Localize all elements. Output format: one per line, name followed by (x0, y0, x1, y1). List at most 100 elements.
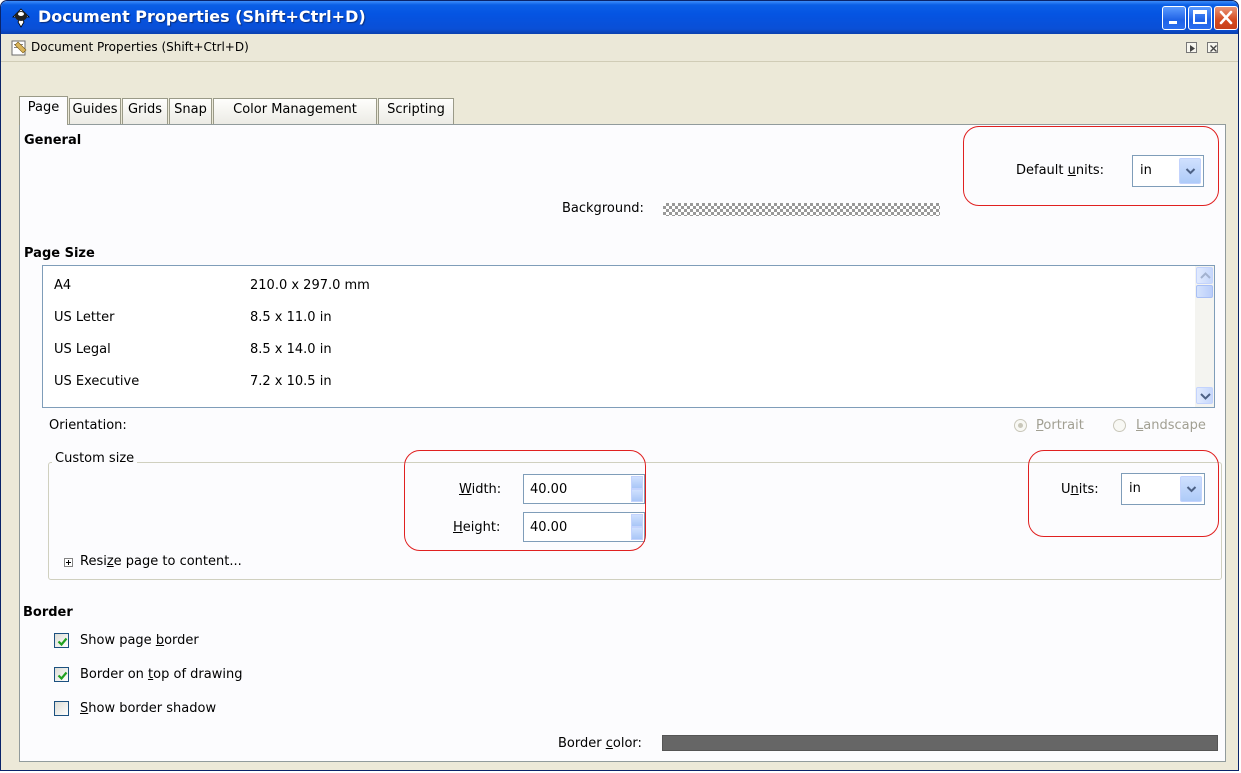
page-size-name: US Legal (54, 342, 111, 357)
default-units-label: Default units: (1016, 163, 1104, 178)
width-spin-buttons[interactable] (631, 476, 643, 502)
orientation-label: Orientation: (49, 418, 127, 433)
border-on-top-checkbox[interactable] (54, 667, 69, 682)
border-heading: Border (23, 605, 73, 620)
resize-mnemonic: z (106, 554, 114, 569)
dock-title: Document Properties (Shift+Ctrl+D) (31, 40, 249, 54)
tab-color-management[interactable]: Color Management (213, 98, 377, 124)
scroll-down-button[interactable] (1196, 387, 1213, 404)
tab-snap[interactable]: Snap (169, 98, 212, 124)
page-size-heading: Page Size (24, 246, 95, 261)
height-label-part: eight: (462, 520, 501, 535)
border-on-top-label[interactable]: Border on top of drawing (80, 667, 242, 682)
scroll-up-button[interactable] (1196, 267, 1213, 284)
height-label: Height: (453, 520, 500, 535)
spin-down-icon[interactable] (631, 489, 643, 502)
resize-expander-icon[interactable] (64, 558, 73, 567)
border-color-label-part: olor: (612, 736, 642, 751)
height-spin-buttons[interactable] (631, 514, 643, 540)
show-page-border-checkbox[interactable] (54, 633, 69, 648)
window-title: Document Properties (Shift+Ctrl+D) (38, 7, 366, 26)
units-label-part: U (1061, 482, 1071, 497)
dock-iconify-button[interactable] (1186, 42, 1197, 53)
close-button[interactable] (1214, 6, 1238, 30)
page-size-dimensions: 7.2 x 10.5 in (250, 374, 332, 389)
tab-page[interactable]: Page (19, 96, 68, 125)
width-mnemonic: W (459, 482, 472, 497)
vertical-scrollbar[interactable] (1195, 266, 1214, 407)
scroll-thumb[interactable] (1196, 285, 1213, 298)
border-color-label: Border color: (558, 736, 642, 751)
background-color-swatch[interactable] (663, 203, 940, 216)
play-icon (1190, 45, 1195, 52)
spin-down-icon[interactable] (631, 527, 643, 540)
document-properties-window: Document Properties (Shift+Ctrl+D) Docum… (0, 0, 1239, 771)
portrait-label: Portrait (1036, 418, 1084, 433)
shadow-label-part: how border shadow (88, 701, 217, 716)
height-value: 40.00 (530, 520, 568, 535)
portrait-radio[interactable] (1014, 419, 1027, 432)
width-label-part: idth: (471, 482, 502, 497)
page-size-name: US Executive (54, 374, 140, 389)
maximize-icon (1193, 10, 1207, 24)
checkmark-icon (57, 671, 68, 681)
checkmark-icon (57, 637, 68, 647)
show-border-label-part: Show page (80, 633, 156, 648)
page-size-dimensions: 8.5 x 14.0 in (250, 342, 332, 357)
chevron-up-icon (1200, 272, 1211, 279)
spin-up-icon[interactable] (631, 514, 643, 527)
resize-page-expander[interactable]: Resize page to content... (80, 554, 242, 569)
border-color-swatch[interactable] (662, 735, 1218, 751)
chevron-down-icon (1200, 393, 1211, 400)
title-bar[interactable]: Document Properties (Shift+Ctrl+D) (1, 1, 1238, 34)
default-units-label-part: Default (1016, 163, 1068, 178)
list-item[interactable]: US Legal 8.5 x 14.0 in (43, 334, 1193, 366)
portrait-label-part: ortrait (1043, 418, 1084, 433)
inkscape-icon (12, 8, 30, 28)
close-icon (1210, 45, 1217, 52)
units-label: Units: (1061, 482, 1099, 497)
resize-label-part: Resi (80, 554, 107, 569)
minimize-icon (1169, 21, 1177, 24)
page-size-name: A4 (54, 278, 72, 293)
dock-close-button[interactable] (1207, 42, 1218, 53)
page-size-dimensions: 210.0 x 297.0 mm (250, 278, 370, 293)
radio-selected-dot (1018, 423, 1023, 428)
border-color-mnemonic: c (605, 736, 613, 751)
custom-size-title: Custom size (52, 451, 138, 466)
page-size-dimensions: 8.5 x 11.0 in (250, 310, 332, 325)
maximize-button[interactable] (1188, 6, 1212, 30)
dock-header: Document Properties (Shift+Ctrl+D) (1, 34, 1238, 62)
border-color-label-part: Border (558, 736, 606, 751)
show-page-border-label[interactable]: Show page border (80, 633, 199, 648)
show-border-shadow-label[interactable]: Show border shadow (80, 701, 216, 716)
landscape-radio[interactable] (1113, 419, 1126, 432)
units-label-part: its: (1078, 482, 1099, 497)
minimize-button[interactable] (1162, 6, 1186, 30)
list-item[interactable]: US Letter 8.5 x 11.0 in (43, 302, 1193, 334)
tab-guides[interactable]: Guides (69, 98, 121, 124)
units-value: in (1129, 481, 1141, 496)
page-size-list[interactable]: A4 210.0 x 297.0 mm US Letter 8.5 x 11.0… (42, 265, 1215, 408)
resize-label-part: e page to content... (113, 554, 242, 569)
landscape-label: Landscape (1136, 418, 1206, 433)
show-border-label-part: order (164, 633, 199, 648)
height-mnemonic: H (453, 520, 463, 535)
list-item[interactable]: A4 210.0 x 297.0 mm (43, 270, 1193, 302)
width-spinbox[interactable]: 40.00 (523, 474, 645, 504)
height-spinbox[interactable]: 40.00 (523, 512, 645, 542)
background-label: Background: (562, 201, 644, 216)
width-value: 40.00 (530, 482, 568, 497)
units-mnemonic: n (1070, 482, 1079, 497)
show-border-mnemonic: b (155, 633, 165, 648)
spin-up-icon[interactable] (631, 476, 643, 489)
show-border-shadow-checkbox[interactable] (54, 701, 69, 716)
default-units-value: in (1140, 163, 1152, 178)
tab-grids[interactable]: Grids (122, 98, 168, 124)
default-units-select[interactable]: in (1132, 155, 1204, 187)
chevron-down-icon[interactable] (1179, 158, 1201, 184)
units-select[interactable]: in (1121, 473, 1205, 505)
chevron-down-icon[interactable] (1180, 476, 1202, 502)
list-item[interactable]: US Executive 7.2 x 10.5 in (43, 366, 1193, 398)
tab-scripting[interactable]: Scripting (378, 98, 454, 124)
